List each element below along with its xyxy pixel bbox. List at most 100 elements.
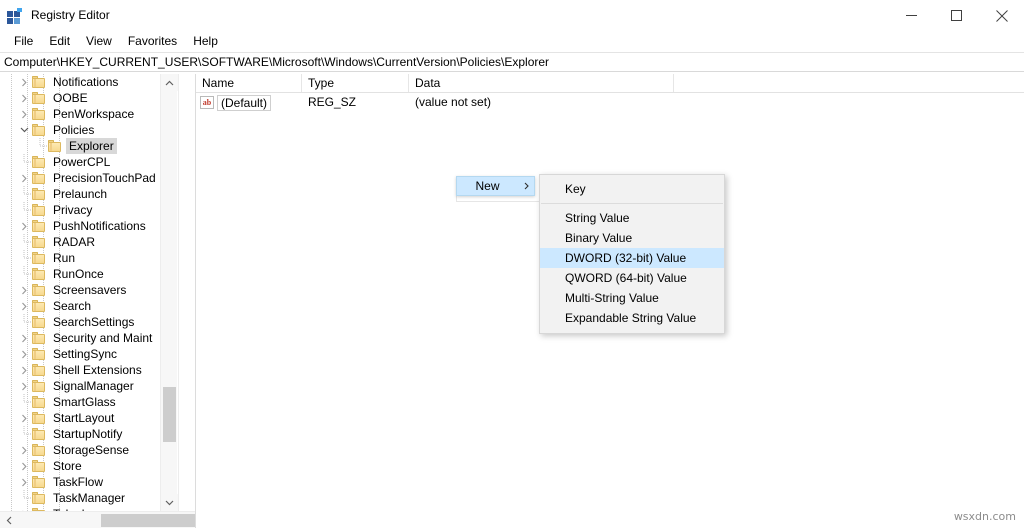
folder-icon [32, 91, 46, 105]
scroll-left-button[interactable] [0, 512, 17, 528]
tree-item-pushnotifications[interactable]: PushNotifications [0, 218, 177, 234]
tree-item-run[interactable]: Run [0, 250, 177, 266]
menu-edit[interactable]: Edit [41, 32, 78, 51]
chevron-right-icon[interactable] [16, 474, 32, 490]
tree-item-runonce[interactable]: RunOnce [0, 266, 177, 282]
tree-item-policies[interactable]: Policies [0, 122, 177, 138]
minimize-button[interactable] [889, 0, 934, 31]
menu-help[interactable]: Help [185, 32, 226, 51]
chevron-right-icon[interactable] [16, 362, 32, 378]
chevron-right-icon[interactable] [16, 106, 32, 122]
tree-item-explorer[interactable]: Explorer [0, 138, 177, 154]
tree-item-label: PenWorkspace [53, 107, 135, 121]
tree-item-signalmanager[interactable]: SignalManager [0, 378, 177, 394]
chevron-down-icon[interactable] [16, 122, 32, 138]
submenu-item-expandable-string-value[interactable]: Expandable String Value [540, 308, 724, 328]
scroll-up-button[interactable] [161, 74, 178, 91]
tree-item-taskmanager[interactable]: TaskManager [0, 490, 177, 506]
chevron-right-icon[interactable] [16, 410, 32, 426]
folder-icon [32, 315, 46, 329]
tree-item-store[interactable]: Store [0, 458, 177, 474]
context-menu-item-new[interactable]: New [456, 176, 535, 196]
chevron-right-icon[interactable] [16, 282, 32, 298]
tree-item-storagesense[interactable]: StorageSense [0, 442, 177, 458]
menu-favorites[interactable]: Favorites [120, 32, 185, 51]
tree-vertical-scrollbar[interactable] [160, 74, 178, 511]
tree-item-search[interactable]: Search [0, 298, 177, 314]
chevron-right-icon[interactable] [16, 378, 32, 394]
close-icon [995, 9, 1008, 22]
table-row[interactable]: ab (Default) REG_SZ (value not set) [196, 93, 1024, 112]
tree-item-prelaunch[interactable]: Prelaunch [0, 186, 177, 202]
tree-item-oobe[interactable]: OOBE [0, 90, 177, 106]
column-header-data[interactable]: Data [409, 74, 674, 92]
main-area: Notifications OOBE PenWorkspace Policies Exp… [0, 74, 1024, 528]
submenu-item-string-value[interactable]: String Value [540, 208, 724, 228]
submenu-item-dword-32-bit-value[interactable]: DWORD (32-bit) Value [540, 248, 724, 268]
chevron-right-icon[interactable] [16, 346, 32, 362]
submenu-item-multi-string-value[interactable]: Multi-String Value [540, 288, 724, 308]
folder-icon [32, 203, 46, 217]
tree-item-label: SearchSettings [53, 315, 135, 329]
tree-item-taskflow[interactable]: TaskFlow [0, 474, 177, 490]
chevron-right-icon[interactable] [16, 506, 32, 511]
chevron-right-icon[interactable] [16, 170, 32, 186]
tree-scrollbar-gutter [178, 74, 195, 511]
chevron-right-icon[interactable] [16, 298, 32, 314]
tree-item-shell-extensions[interactable]: Shell Extensions [0, 362, 177, 378]
tree-item-security-and-maint[interactable]: Security and Maint [0, 330, 177, 346]
tree-item-startlayout[interactable]: StartLayout [0, 410, 177, 426]
chevron-right-icon[interactable] [16, 90, 32, 106]
folder-icon [32, 187, 46, 201]
scroll-track-horizontal[interactable] [17, 512, 195, 528]
submenu-item-qword-64-bit-value[interactable]: QWORD (64-bit) Value [540, 268, 724, 288]
folder-icon [32, 299, 46, 313]
folder-icon [32, 507, 46, 511]
tree-item-screensavers[interactable]: Screensavers [0, 282, 177, 298]
tree-rows: Notifications OOBE PenWorkspace Policies Exp… [0, 74, 177, 511]
column-header-type[interactable]: Type [302, 74, 409, 92]
tree-item-label: PrecisionTouchPad [53, 171, 156, 185]
tree-item-startupnotify[interactable]: StartupNotify [0, 426, 177, 442]
chevron-right-icon[interactable] [16, 74, 32, 90]
minimize-icon [906, 15, 917, 16]
tree-item-settingsync[interactable]: SettingSync [0, 346, 177, 362]
menu-file[interactable]: File [6, 32, 41, 51]
menu-bar: File Edit View Favorites Help [0, 31, 1024, 52]
tree-item-powercpl[interactable]: PowerCPL [0, 154, 177, 170]
tree-leaf-connector [16, 202, 32, 218]
submenu-item-binary-value[interactable]: Binary Value [540, 228, 724, 248]
cell-data: (value not set) [415, 95, 492, 109]
tree-horizontal-scrollbar[interactable] [0, 511, 195, 528]
tree-item-label: OOBE [53, 91, 88, 105]
tree-item-privacy[interactable]: Privacy [0, 202, 177, 218]
chevron-right-icon [524, 182, 529, 190]
folder-icon [32, 235, 46, 249]
watermark: wsxdn.com [953, 510, 1016, 523]
chevron-right-icon[interactable] [16, 218, 32, 234]
tree-item-notifications[interactable]: Notifications [0, 74, 177, 90]
tree-item-radar[interactable]: RADAR [0, 234, 177, 250]
chevron-right-icon[interactable] [16, 458, 32, 474]
column-header-name[interactable]: Name [196, 74, 302, 92]
tree-scroll-port: Notifications OOBE PenWorkspace Policies Exp… [0, 74, 177, 511]
chevron-right-icon[interactable] [16, 330, 32, 346]
chevron-right-icon[interactable] [16, 442, 32, 458]
chevron-down-icon [165, 500, 174, 505]
tree-item-label: PowerCPL [53, 155, 111, 169]
tree-item-penworkspace[interactable]: PenWorkspace [0, 106, 177, 122]
tree-item-searchsettings[interactable]: SearchSettings [0, 314, 177, 330]
folder-icon [32, 123, 46, 137]
submenu-item-key[interactable]: Key [540, 179, 724, 199]
address-bar[interactable]: Computer\HKEY_CURRENT_USER\SOFTWARE\Micr… [0, 52, 1024, 72]
tree-item-precisiontouchpad[interactable]: PrecisionTouchPad [0, 170, 177, 186]
scroll-thumb-horizontal[interactable] [101, 513, 195, 527]
folder-icon [32, 475, 46, 489]
folder-icon [32, 283, 46, 297]
scroll-thumb-vertical[interactable] [163, 387, 176, 442]
tree-item-smartglass[interactable]: SmartGlass [0, 394, 177, 410]
maximize-button[interactable] [934, 0, 979, 31]
menu-view[interactable]: View [78, 32, 120, 51]
scroll-down-button[interactable] [161, 494, 178, 511]
close-button[interactable] [979, 0, 1024, 31]
